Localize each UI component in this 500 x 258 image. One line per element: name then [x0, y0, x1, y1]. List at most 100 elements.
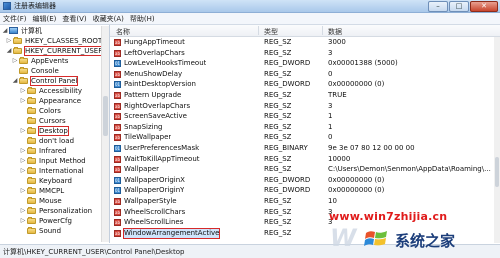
menu-edit[interactable]: 编辑(E) [30, 14, 60, 24]
tree-expander-icon[interactable]: ◢ [2, 27, 8, 34]
tree-node[interactable]: ◢ Control Panel [12, 75, 79, 86]
value-row[interactable]: ab Wallpaper REG_SZ C:\Users\Demon\Senmon\A… [110, 165, 494, 174]
tree-expander-icon[interactable]: ▷ [20, 167, 26, 174]
tree-node[interactable]: ▷ Personalization [20, 206, 92, 215]
tree-expander-icon[interactable]: ▷ [20, 127, 26, 134]
folder-icon [27, 146, 36, 154]
value-data: 0x00000000 (0) [328, 175, 385, 184]
value-row[interactable]: ab WaitToKillAppTimeout REG_SZ 10000 [110, 155, 494, 164]
menu-view[interactable]: 查看(V) [59, 14, 89, 24]
tree-node[interactable]: don't load [20, 136, 74, 145]
menu-file[interactable]: 文件(F) [0, 14, 30, 24]
value-data: 0 [328, 133, 333, 142]
value-row[interactable]: ab TileWallpaper REG_SZ 0 [110, 133, 494, 142]
tree-node[interactable]: ◢ HKEY_CURRENT_USER [6, 45, 105, 56]
tree-expander-icon[interactable]: ▷ [20, 97, 26, 104]
value-row[interactable]: ab MenuShowDelay REG_SZ 0 [110, 70, 494, 79]
value-name: ScreenSaveActive [124, 112, 187, 121]
value-row[interactable]: ab ScreenSaveActive REG_SZ 1 [110, 112, 494, 121]
value-type: REG_SZ [264, 112, 292, 121]
string-value-icon: ab [114, 70, 121, 78]
tree-node[interactable]: ▷ Desktop [20, 125, 69, 136]
window-controls: – □ ✕ [428, 1, 498, 12]
tree-node[interactable]: Colors [20, 106, 61, 115]
value-row[interactable]: 01 WallpaperOriginX REG_DWORD 0x00000000 (0… [110, 176, 494, 185]
tree-node[interactable]: ▷ MMCPL [20, 186, 64, 195]
tree-scroll-thumb[interactable] [103, 96, 108, 136]
tree-expander-icon[interactable]: ◢ [12, 77, 18, 84]
value-row[interactable]: ab WallpaperStyle REG_SZ 10 [110, 197, 494, 206]
registry-key-tree[interactable]: ◢ 计算机 ▷ HKEY_CLASSES_ROOT ◢ HKEY_CURRENT_USER… [0, 25, 110, 243]
value-name: SnapSizing [124, 122, 163, 131]
tree-node[interactable]: Console [12, 66, 59, 75]
tree-node[interactable]: ▷ Infrared [20, 146, 67, 155]
value-data: 1 [328, 112, 333, 121]
folder-icon [27, 106, 36, 114]
tree-scrollbar[interactable] [101, 26, 109, 242]
tree-node[interactable]: ▷ Accessibility [20, 86, 82, 95]
value-row[interactable]: 01 WallpaperOriginY REG_DWORD 0x00000000 (0… [110, 186, 494, 195]
value-data: 1 [328, 122, 333, 131]
tree-node-label: 计算机 [21, 26, 42, 35]
column-header-data[interactable]: 数据 [328, 27, 342, 37]
value-row[interactable]: ab RightOverlapChars REG_SZ 3 [110, 102, 494, 111]
tree-expander-icon[interactable]: ▷ [20, 187, 26, 194]
binary-value-icon: 01 [114, 81, 121, 89]
tree-expander-icon[interactable]: ▷ [12, 57, 18, 64]
value-row[interactable]: ab Pattern Upgrade REG_SZ TRUE [110, 91, 494, 100]
tree-expander-icon[interactable]: ▷ [20, 87, 26, 94]
computer-icon [9, 27, 18, 34]
tree-expander-icon[interactable]: ◢ [6, 47, 12, 54]
menu-help[interactable]: 帮助(H) [127, 14, 158, 24]
value-row[interactable]: ab HungAppTimeout REG_SZ 3000 [110, 38, 494, 47]
value-type: REG_SZ [264, 207, 292, 216]
tree-expander-icon[interactable]: ▷ [20, 217, 26, 224]
folder-icon [27, 126, 36, 134]
tree-expander-icon[interactable]: ▷ [20, 207, 26, 214]
tree-node-label: Cursors [39, 116, 66, 125]
tree-expander-icon[interactable]: ▷ [6, 37, 12, 44]
value-name: LowLevelHooksTimeout [124, 59, 207, 68]
folder-icon [27, 116, 36, 124]
string-value-icon: ab [114, 198, 121, 205]
folder-icon [27, 226, 36, 234]
column-divider[interactable] [322, 26, 323, 35]
tree-node[interactable]: ▷ AppEvents [12, 56, 68, 65]
tree-node[interactable]: Cursors [20, 116, 66, 125]
menu-favorites[interactable]: 收藏夹(A) [90, 14, 127, 24]
window-title: 注册表编辑器 [14, 2, 56, 10]
tree-expander-icon[interactable]: ▷ [20, 157, 26, 164]
value-row[interactable]: ab SnapSizing REG_SZ 1 [110, 123, 494, 132]
column-header-type[interactable]: 类型 [264, 27, 278, 37]
tree-expander-icon[interactable]: ▷ [20, 147, 26, 154]
value-data: 3000 [328, 38, 346, 46]
tree-node[interactable]: ◢ 计算机 [2, 26, 42, 35]
menu-bar: 文件(F) 编辑(E) 查看(V) 收藏夹(A) 帮助(H) [0, 13, 500, 25]
list-header: 名称 类型 数据 [110, 25, 500, 37]
tree-node[interactable]: ▷ Input Method [20, 156, 86, 165]
string-value-icon: ab [114, 219, 121, 227]
tree-node[interactable]: ▷ HKEY_CLASSES_ROOT [6, 36, 102, 45]
watermark-url: www.win7zhijia.cn [329, 210, 448, 223]
value-name: Pattern Upgrade [124, 91, 182, 99]
value-row[interactable]: 01 PaintDesktopVersion REG_DWORD 0x00000000… [110, 80, 494, 89]
tree-node[interactable]: Mouse [20, 196, 62, 205]
value-row[interactable]: ab LeftOverlapChars REG_SZ 3 [110, 49, 494, 58]
tree-node[interactable]: ▷ Appearance [20, 96, 81, 105]
string-value-icon: ab [114, 229, 121, 237]
column-header-name[interactable]: 名称 [116, 27, 130, 37]
value-type: REG_SZ [264, 101, 292, 110]
maximize-button[interactable]: □ [449, 1, 469, 12]
close-button[interactable]: ✕ [470, 1, 498, 12]
list-scrollbar[interactable] [494, 37, 500, 243]
column-divider[interactable] [258, 26, 259, 35]
tree-node[interactable]: ▷ International [20, 166, 84, 175]
tree-node[interactable]: Sound [20, 226, 61, 235]
tree-node[interactable]: ▷ PowerCfg [20, 216, 72, 225]
value-data: 0x00001388 (5000) [328, 59, 398, 68]
value-row[interactable]: 01 UserPreferencesMask REG_BINARY 9e 3e 07 … [110, 144, 494, 153]
value-row[interactable]: 01 LowLevelHooksTimeout REG_DWORD 0x0000138… [110, 59, 494, 68]
minimize-button[interactable]: – [428, 1, 448, 12]
tree-node[interactable]: Keyboard [20, 176, 72, 185]
list-scroll-thumb[interactable] [495, 157, 499, 187]
